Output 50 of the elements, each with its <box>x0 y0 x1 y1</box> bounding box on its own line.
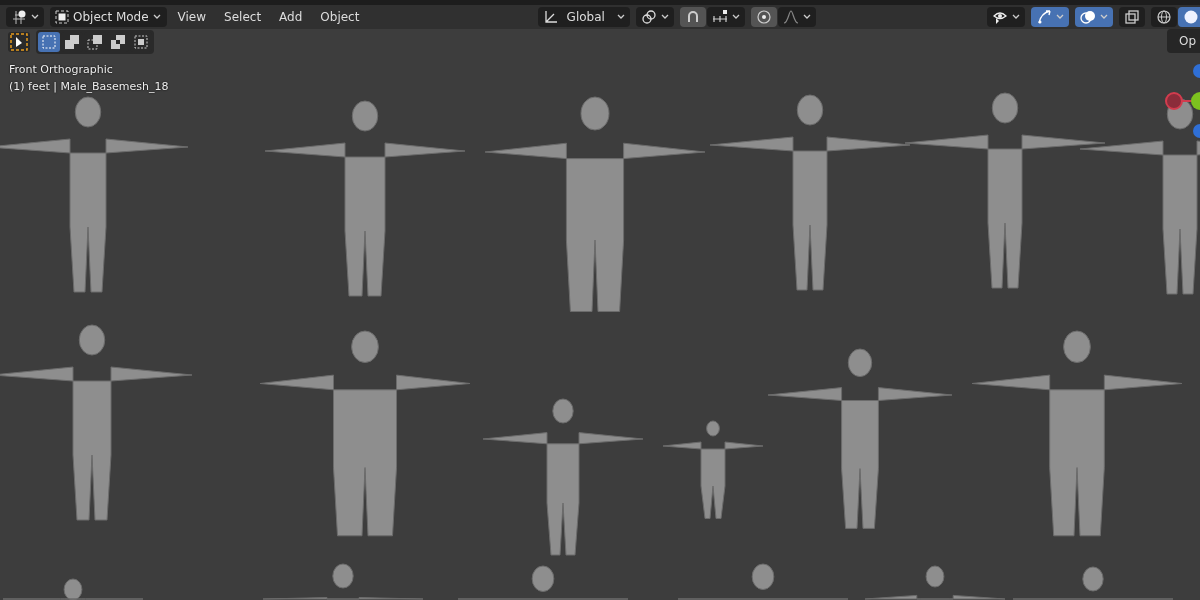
increment-icon <box>711 9 728 25</box>
invert-squares-icon <box>110 34 126 50</box>
caret-icon <box>660 14 669 20</box>
solid-sphere-icon <box>1183 9 1199 25</box>
set-squares-icon <box>41 34 57 50</box>
view-name: Front Orthographic <box>9 62 113 78</box>
caret-icon <box>731 14 740 20</box>
object-info: (1) feet | Male_Basemesh_18 <box>9 79 169 95</box>
caret-icon <box>802 14 811 20</box>
solid-button[interactable] <box>1178 7 1200 27</box>
caret-icon <box>1100 14 1108 20</box>
axes-ball-icon <box>11 9 27 25</box>
target-circle-icon <box>755 9 772 25</box>
pivot-button[interactable] <box>635 7 674 27</box>
editor-type-button[interactable] <box>6 7 44 27</box>
object-square-icon <box>55 10 69 24</box>
xray-button[interactable] <box>1119 7 1145 27</box>
mode-dropdown[interactable]: Object Mode <box>50 7 167 27</box>
menu-item[interactable]: Select <box>217 7 269 27</box>
snap-target-button[interactable] <box>706 7 745 27</box>
intersect-squares-icon <box>133 34 149 50</box>
orientation-button[interactable]: Global <box>537 7 630 27</box>
operator-panel-tab[interactable]: Op <box>1166 29 1200 53</box>
caret-icon <box>152 14 161 20</box>
visibility-button[interactable] <box>987 7 1025 27</box>
overlapping-squares-icon <box>1124 9 1140 25</box>
gizmo-button[interactable] <box>1031 7 1069 27</box>
linked-circles-icon <box>640 9 657 25</box>
axes-icon <box>542 9 559 25</box>
wire-sphere-icon <box>1156 9 1172 25</box>
curve-icon <box>782 9 799 25</box>
eye-pointer-icon <box>992 9 1008 25</box>
extend-squares-icon <box>64 34 80 50</box>
wireframe-button[interactable] <box>1151 7 1177 27</box>
menu-item[interactable]: Object <box>313 7 367 27</box>
snap-button[interactable] <box>679 7 706 27</box>
subtract-squares-icon <box>87 34 103 50</box>
overlay-button[interactable] <box>1075 7 1113 27</box>
overlapping-circles-icon <box>1080 9 1096 25</box>
caret-icon <box>31 14 39 20</box>
caret-icon <box>1012 14 1020 20</box>
caret-icon <box>616 14 625 20</box>
caret-icon <box>1056 14 1064 20</box>
select-tool-button[interactable] <box>8 32 30 52</box>
menu-item[interactable]: Add <box>272 7 310 27</box>
proportional-button[interactable] <box>750 7 777 27</box>
arrow-arc-icon <box>1036 9 1052 25</box>
falloff-button[interactable] <box>777 7 816 27</box>
cursor-dashed-box-icon <box>10 33 28 51</box>
menu-item[interactable]: View <box>170 7 214 27</box>
